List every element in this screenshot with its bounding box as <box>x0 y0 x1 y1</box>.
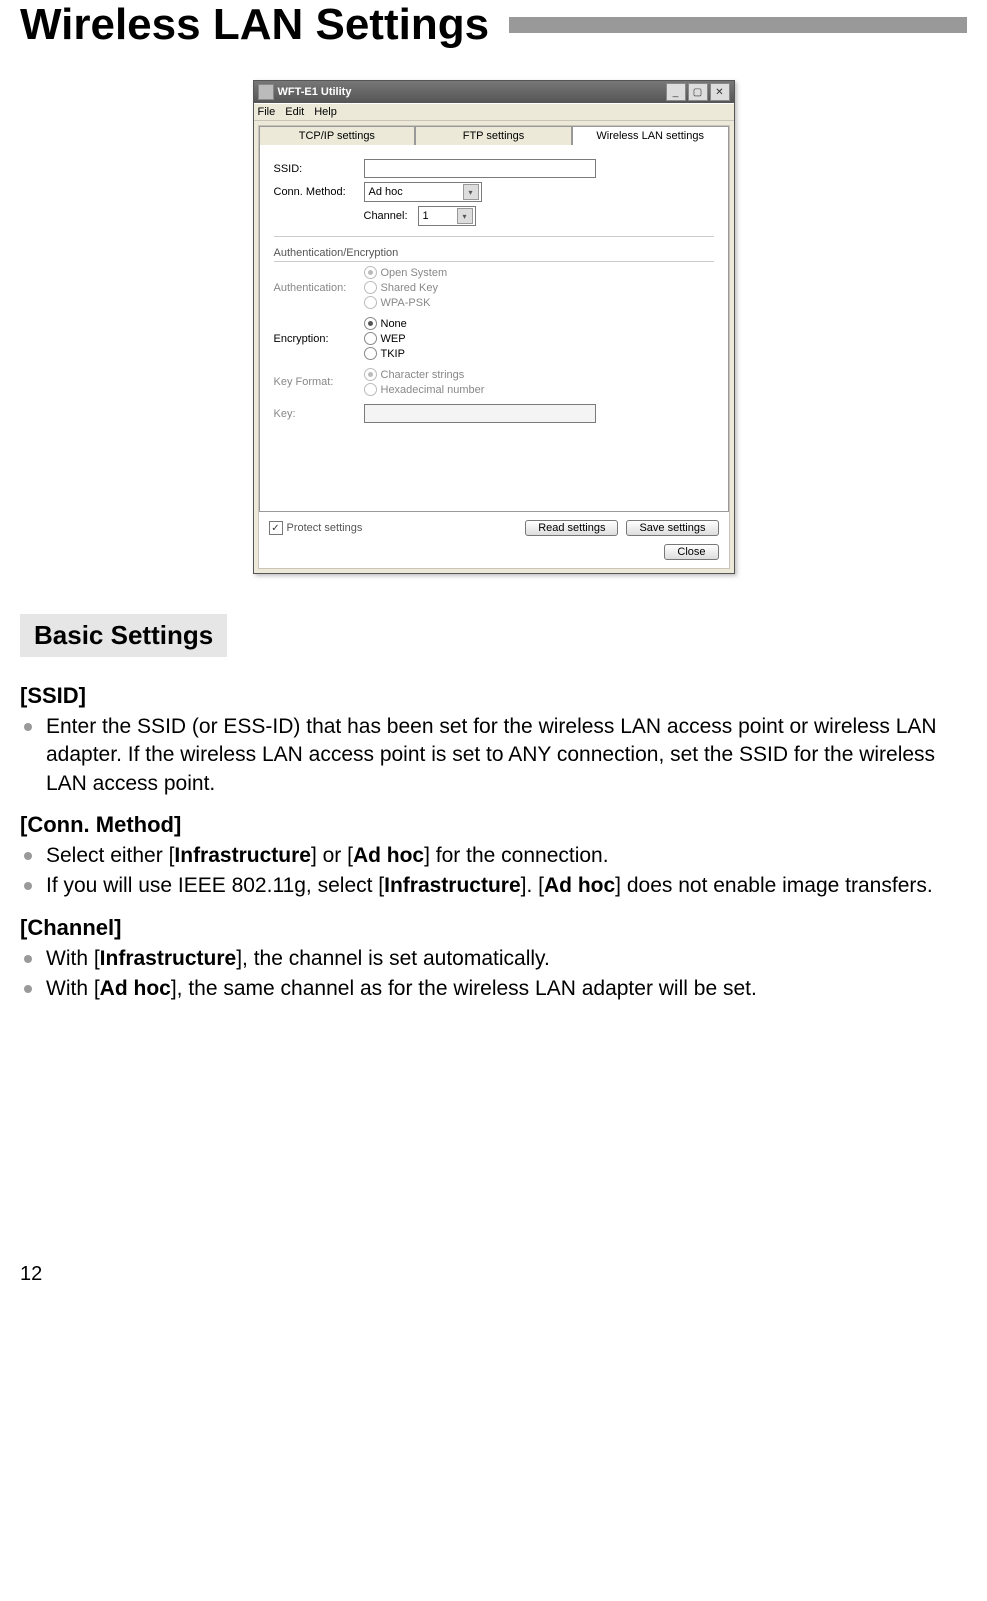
radio-char-strings <box>364 368 377 381</box>
radio-tkip[interactable] <box>364 347 377 360</box>
menu-file[interactable]: File <box>258 106 276 118</box>
radio-wep[interactable] <box>364 332 377 345</box>
menu-edit[interactable]: Edit <box>285 106 304 118</box>
conn-method-value: Ad hoc <box>369 186 403 198</box>
text: ] or [ <box>311 844 353 867</box>
read-settings-button[interactable]: Read settings <box>525 520 618 536</box>
bold-ad-hoc: Ad hoc <box>353 844 424 867</box>
conn-bullet-1: Select either [Infrastructure] or [Ad ho… <box>20 842 967 870</box>
bold-infrastructure: Infrastructure <box>100 947 237 970</box>
ssid-bullet-1: Enter the SSID (or ESS-ID) that has been… <box>20 713 967 798</box>
opt-hex-number: Hexadecimal number <box>381 384 485 396</box>
radio-none[interactable] <box>364 317 377 330</box>
radio-hex-number <box>364 383 377 396</box>
maximize-button[interactable]: ▢ <box>688 83 708 101</box>
page-title: Wireless LAN Settings <box>20 0 489 50</box>
save-settings-button[interactable]: Save settings <box>626 520 718 536</box>
text: With [ <box>46 947 100 970</box>
text: ] for the connection. <box>424 844 608 867</box>
bold-ad-hoc: Ad hoc <box>544 874 615 897</box>
opt-wep: WEP <box>381 333 406 345</box>
opt-tkip: TKIP <box>381 348 405 360</box>
close-window-button[interactable]: ✕ <box>710 83 730 101</box>
close-button[interactable]: Close <box>664 544 718 560</box>
key-input <box>364 404 596 423</box>
key-format-label: Key Format: <box>274 376 364 388</box>
ssid-label: SSID: <box>274 163 364 175</box>
channel-label: Channel: <box>364 210 408 222</box>
conn-method-label: Conn. Method: <box>274 186 364 198</box>
conn-method-heading: [Conn. Method] <box>20 812 967 838</box>
radio-shared-key <box>364 281 377 294</box>
ssid-heading: [SSID] <box>20 683 967 709</box>
tab-ftp[interactable]: FTP settings <box>415 126 572 145</box>
page-number: 12 <box>20 1263 42 1285</box>
ssid-input[interactable] <box>364 159 596 178</box>
radio-open-system <box>364 266 377 279</box>
opt-wpa-psk: WPA-PSK <box>381 297 431 309</box>
protect-settings-checkbox[interactable]: ✓ Protect settings <box>269 521 363 535</box>
channel-heading: [Channel] <box>20 915 967 941</box>
bold-infrastructure: Infrastructure <box>384 874 521 897</box>
text: If you will use IEEE 802.11g, select [ <box>46 874 384 897</box>
opt-shared-key: Shared Key <box>381 282 438 294</box>
menu-help[interactable]: Help <box>314 106 337 118</box>
title-decor-bar <box>509 17 967 33</box>
section-heading: Basic Settings <box>20 614 227 657</box>
bold-infrastructure: Infrastructure <box>174 844 311 867</box>
checkbox-icon: ✓ <box>269 521 283 535</box>
text: ] does not enable image transfers. <box>615 874 933 897</box>
conn-bullet-2: If you will use IEEE 802.11g, select [In… <box>20 872 967 900</box>
text: ]. [ <box>521 874 544 897</box>
app-window: WFT-E1 Utility _ ▢ ✕ File Edit Help TCP/… <box>253 80 735 574</box>
channel-select[interactable]: 1 ▾ <box>418 206 476 226</box>
text: With [ <box>46 977 100 1000</box>
chevron-down-icon: ▾ <box>463 184 479 200</box>
text: Select either [ <box>46 844 174 867</box>
channel-bullet-2: With [Ad hoc], the same channel as for t… <box>20 975 967 1003</box>
encryption-label: Encryption: <box>274 333 364 345</box>
conn-method-select[interactable]: Ad hoc ▾ <box>364 182 482 202</box>
tab-tcpip[interactable]: TCP/IP settings <box>259 126 416 145</box>
minimize-button[interactable]: _ <box>666 83 686 101</box>
auth-enc-group-label: Authentication/Encryption <box>274 247 714 262</box>
opt-char-strings: Character strings <box>381 369 465 381</box>
authentication-label: Authentication: <box>274 282 364 294</box>
app-icon <box>258 84 274 100</box>
bold-ad-hoc: Ad hoc <box>100 977 171 1000</box>
opt-none: None <box>381 318 407 330</box>
text: ], the same channel as for the wireless … <box>171 977 757 1000</box>
key-label: Key: <box>274 408 364 420</box>
chevron-down-icon: ▾ <box>457 208 473 224</box>
channel-bullet-1: With [Infrastructure], the channel is se… <box>20 945 967 973</box>
tab-wlan[interactable]: Wireless LAN settings <box>572 126 729 145</box>
radio-wpa-psk <box>364 296 377 309</box>
text: ], the channel is set automatically. <box>236 947 550 970</box>
window-title: WFT-E1 Utility <box>278 86 352 98</box>
protect-settings-label: Protect settings <box>287 522 363 534</box>
channel-value: 1 <box>423 210 429 222</box>
opt-open-system: Open System <box>381 267 448 279</box>
